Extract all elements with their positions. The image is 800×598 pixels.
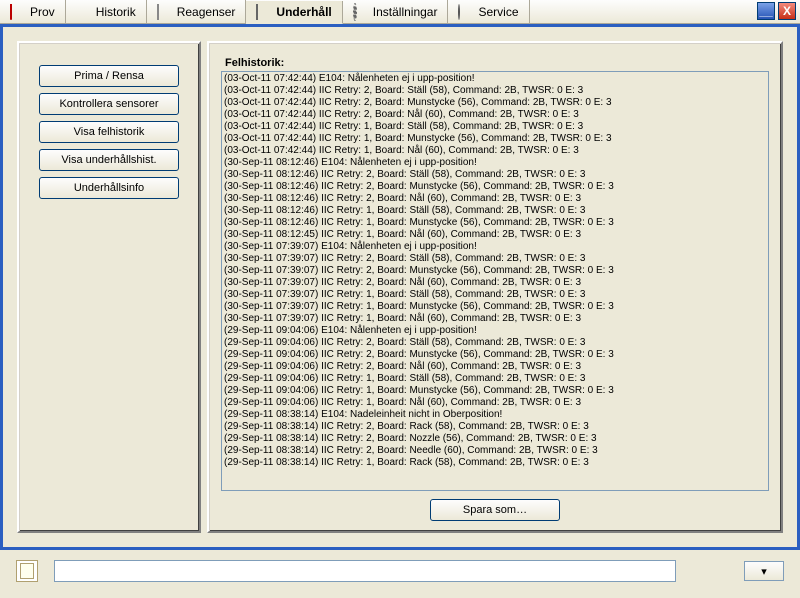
main-panel: Felhistorik: (03-Oct-11 07:42:44) E104: … xyxy=(207,41,783,533)
show-error-history-button[interactable]: Visa felhistorik xyxy=(39,121,179,143)
log-line: (29-Sep-11 09:04:06) IIC Retry: 2, Board… xyxy=(224,349,766,361)
status-bar: ▾ xyxy=(0,550,800,592)
check-sensors-button[interactable]: Kontrollera sensorer xyxy=(39,93,179,115)
status-dropdown[interactable]: ▾ xyxy=(744,561,784,581)
tab-label: Underhåll xyxy=(276,5,331,19)
log-line: (29-Sep-11 09:04:06) IIC Retry: 1, Board… xyxy=(224,373,766,385)
tab-underhall[interactable]: Underhåll xyxy=(246,1,342,24)
log-line: (03-Oct-11 07:42:44) IIC Retry: 2, Board… xyxy=(224,109,766,121)
log-line: (30-Sep-11 08:12:46) IIC Retry: 2, Board… xyxy=(224,169,766,181)
log-line: (30-Sep-11 08:12:46) IIC Retry: 2, Board… xyxy=(224,181,766,193)
sidebar: Prima / Rensa Kontrollera sensorer Visa … xyxy=(17,41,201,533)
log-line: (29-Sep-11 09:04:06) E104: Nålenheten ej… xyxy=(224,325,766,337)
bars-icon xyxy=(76,5,90,19)
log-line: (30-Sep-11 07:39:07) IIC Retry: 2, Board… xyxy=(224,277,766,289)
log-line: (03-Oct-11 07:42:44) IIC Retry: 1, Board… xyxy=(224,145,766,157)
tab-label: Service xyxy=(478,5,518,19)
log-line: (03-Oct-11 07:42:44) IIC Retry: 1, Board… xyxy=(224,133,766,145)
log-line: (29-Sep-11 09:04:06) IIC Retry: 1, Board… xyxy=(224,397,766,409)
tab-historik[interactable]: Historik xyxy=(66,0,147,23)
tab-label: Inställningar xyxy=(373,5,438,19)
log-line: (30-Sep-11 08:12:46) E104: Nålenheten ej… xyxy=(224,157,766,169)
log-line: (03-Oct-11 07:42:44) IIC Retry: 1, Board… xyxy=(224,121,766,133)
doc-icon xyxy=(157,5,171,19)
tube-icon xyxy=(10,5,24,19)
note-icon xyxy=(16,560,38,582)
content-frame: Prima / Rensa Kontrollera sensorer Visa … xyxy=(0,24,800,550)
log-line: (30-Sep-11 07:39:07) IIC Retry: 1, Board… xyxy=(224,313,766,325)
log-title: Felhistorik: xyxy=(225,57,769,69)
close-button[interactable]: X xyxy=(778,2,796,20)
tab-service[interactable]: Service xyxy=(448,0,529,23)
save-as-button[interactable]: Spara som… xyxy=(430,499,560,521)
log-line: (29-Sep-11 09:04:06) IIC Retry: 2, Board… xyxy=(224,361,766,373)
minimize-button[interactable]: __ xyxy=(757,2,775,20)
log-line: (29-Sep-11 09:04:06) IIC Retry: 2, Board… xyxy=(224,337,766,349)
log-line: (30-Sep-11 07:39:07) IIC Retry: 2, Board… xyxy=(224,253,766,265)
dot-icon xyxy=(458,5,472,19)
tab-label: Reagenser xyxy=(177,5,236,19)
status-input[interactable] xyxy=(54,560,676,582)
chevron-down-icon: ▾ xyxy=(761,565,767,578)
tab-label: Prov xyxy=(30,5,55,19)
log-line: (30-Sep-11 08:12:46) IIC Retry: 2, Board… xyxy=(224,193,766,205)
log-line: (03-Oct-11 07:42:44) IIC Retry: 2, Board… xyxy=(224,85,766,97)
tab-prov[interactable]: Prov xyxy=(0,0,66,23)
log-line: (29-Sep-11 09:04:06) IIC Retry: 1, Board… xyxy=(224,385,766,397)
log-line: (29-Sep-11 08:38:14) IIC Retry: 2, Board… xyxy=(224,445,766,457)
tab-bar: Prov Historik Reagenser Underhåll Instäl… xyxy=(0,0,800,24)
prime-rinse-button[interactable]: Prima / Rensa xyxy=(39,65,179,87)
log-line: (30-Sep-11 07:39:07) IIC Retry: 1, Board… xyxy=(224,289,766,301)
log-line: (03-Oct-11 07:42:44) IIC Retry: 2, Board… xyxy=(224,97,766,109)
error-log[interactable]: (03-Oct-11 07:42:44) E104: Nålenheten ej… xyxy=(221,71,769,491)
log-line: (30-Sep-11 08:12:46) IIC Retry: 1, Board… xyxy=(224,217,766,229)
log-line: (30-Sep-11 08:12:45) IIC Retry: 1, Board… xyxy=(224,229,766,241)
log-line: (30-Sep-11 08:12:46) IIC Retry: 1, Board… xyxy=(224,205,766,217)
box-icon xyxy=(256,5,270,19)
log-line: (30-Sep-11 07:39:07) E104: Nålenheten ej… xyxy=(224,241,766,253)
log-line: (30-Sep-11 07:39:07) IIC Retry: 2, Board… xyxy=(224,265,766,277)
tab-reagenser[interactable]: Reagenser xyxy=(147,0,247,23)
gear-icon xyxy=(353,5,367,19)
maintenance-info-button[interactable]: Underhållsinfo xyxy=(39,177,179,199)
log-line: (03-Oct-11 07:42:44) E104: Nålenheten ej… xyxy=(224,73,766,85)
log-line: (29-Sep-11 08:38:14) IIC Retry: 2, Board… xyxy=(224,421,766,433)
log-line: (29-Sep-11 08:38:14) IIC Retry: 2, Board… xyxy=(224,433,766,445)
tab-installningar[interactable]: Inställningar xyxy=(343,0,449,23)
tab-label: Historik xyxy=(96,5,136,19)
log-line: (29-Sep-11 08:38:14) E104: Nadeleinheit … xyxy=(224,409,766,421)
log-line: (30-Sep-11 07:39:07) IIC Retry: 1, Board… xyxy=(224,301,766,313)
show-maintenance-history-button[interactable]: Visa underhållshist. xyxy=(39,149,179,171)
log-line: (29-Sep-11 08:38:14) IIC Retry: 1, Board… xyxy=(224,457,766,469)
